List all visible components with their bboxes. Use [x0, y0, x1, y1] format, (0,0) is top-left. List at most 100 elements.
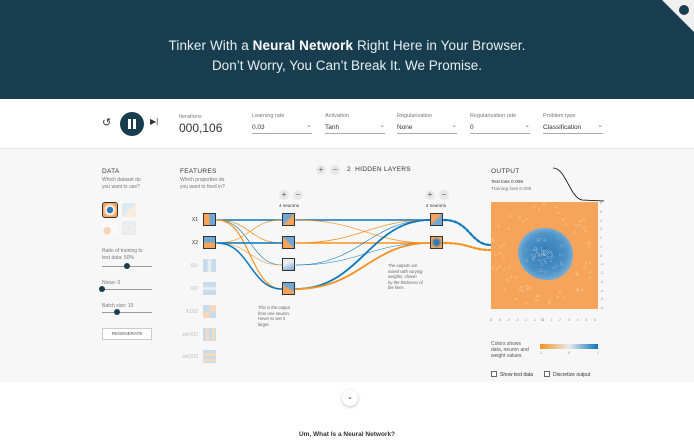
data-point	[562, 244, 565, 248]
data-point	[584, 230, 587, 233]
data-point	[534, 247, 537, 250]
data-point	[538, 208, 541, 211]
neuron-hover-note: This is the output from one neuron. Hove…	[258, 305, 290, 327]
y-tick: -5	[600, 297, 604, 302]
y-tick: 4	[600, 218, 603, 223]
data-point	[559, 291, 562, 294]
data-point	[549, 250, 552, 254]
data-point	[556, 236, 559, 239]
show-test-data-checkbox[interactable]	[491, 371, 497, 377]
data-point	[588, 277, 591, 280]
data-point	[548, 301, 551, 305]
data-point	[540, 263, 544, 266]
output-title: OUTPUT	[491, 168, 520, 175]
data-point	[550, 259, 553, 262]
data-point	[536, 238, 539, 241]
neuron-1-2[interactable]	[282, 236, 295, 249]
link[interactable]	[216, 242, 283, 290]
data-point	[564, 223, 567, 226]
data-point	[583, 218, 586, 221]
data-point	[541, 251, 544, 254]
data-point	[545, 271, 548, 274]
data-point	[520, 286, 523, 289]
y-tick: 1	[600, 244, 603, 249]
data-point	[533, 206, 536, 209]
legend-max: 1	[597, 351, 600, 355]
note2-line: the lines.	[388, 285, 405, 290]
neuron-2-1[interactable]	[430, 213, 443, 226]
output-heatmap[interactable]	[491, 202, 598, 309]
x-tick: -1	[532, 318, 537, 322]
y-tick: -1	[600, 262, 604, 267]
color-legend-bar	[540, 344, 598, 349]
data-point	[557, 211, 560, 214]
data-point	[525, 284, 528, 287]
link[interactable]	[295, 242, 431, 266]
y-tick: -2	[600, 271, 604, 275]
data-point	[556, 296, 560, 299]
link[interactable]	[216, 219, 283, 244]
data-point	[579, 219, 582, 223]
data-point	[555, 205, 558, 208]
link[interactable]	[442, 218, 493, 247]
data-point	[550, 253, 553, 256]
data-point	[552, 266, 555, 270]
data-point	[559, 253, 562, 256]
data-point	[536, 294, 539, 297]
link[interactable]	[216, 219, 283, 290]
data-point	[521, 220, 525, 223]
data-point	[491, 266, 494, 269]
discretize-output-checkbox[interactable]	[544, 371, 550, 377]
data-point	[584, 262, 588, 265]
data-point	[583, 266, 586, 269]
data-point	[543, 250, 546, 253]
data-point	[547, 249, 550, 252]
chevron-down-icon[interactable]: ⌄	[342, 390, 358, 406]
data-point	[540, 269, 543, 272]
data-point	[533, 255, 536, 258]
data-point	[492, 239, 495, 243]
data-point	[579, 224, 582, 227]
data-point	[518, 217, 521, 220]
loss-curve	[552, 167, 605, 202]
data-point	[538, 295, 541, 298]
y-tick: 3	[600, 227, 603, 232]
data-point	[494, 253, 497, 256]
data-point	[544, 261, 547, 264]
data-point	[521, 289, 524, 292]
legend-line-3: weight values.	[491, 353, 523, 359]
data-point	[548, 299, 552, 302]
data-point	[573, 230, 576, 233]
link[interactable]	[216, 242, 283, 266]
x-tick: -3	[515, 318, 519, 322]
data-point	[532, 236, 535, 239]
neuron-2-2[interactable]	[430, 236, 443, 249]
data-point	[491, 237, 494, 241]
data-point	[540, 273, 543, 276]
data-point	[515, 297, 518, 300]
x-tick: -4	[506, 318, 510, 322]
neuron-1-1[interactable]	[282, 213, 295, 226]
y-tick: -6	[600, 306, 604, 310]
data-point	[553, 271, 556, 275]
neuron-1-3[interactable]	[282, 258, 295, 271]
data-points	[491, 202, 592, 305]
data-point	[502, 256, 505, 259]
data-point	[525, 248, 528, 251]
data-point	[498, 252, 502, 255]
data-point	[519, 214, 522, 217]
note1-line: larger.	[258, 321, 270, 327]
data-point	[542, 238, 545, 241]
neuron-1-4[interactable]	[282, 282, 295, 295]
data-point	[524, 258, 527, 261]
data-point	[506, 279, 509, 282]
data-point	[525, 217, 528, 221]
data-point	[560, 262, 563, 265]
x-tick: 0	[541, 318, 544, 322]
data-point	[588, 261, 592, 264]
data-point	[588, 271, 591, 274]
data-point	[575, 224, 578, 227]
data-point	[533, 254, 537, 257]
data-point	[559, 244, 563, 247]
data-point	[503, 288, 506, 291]
